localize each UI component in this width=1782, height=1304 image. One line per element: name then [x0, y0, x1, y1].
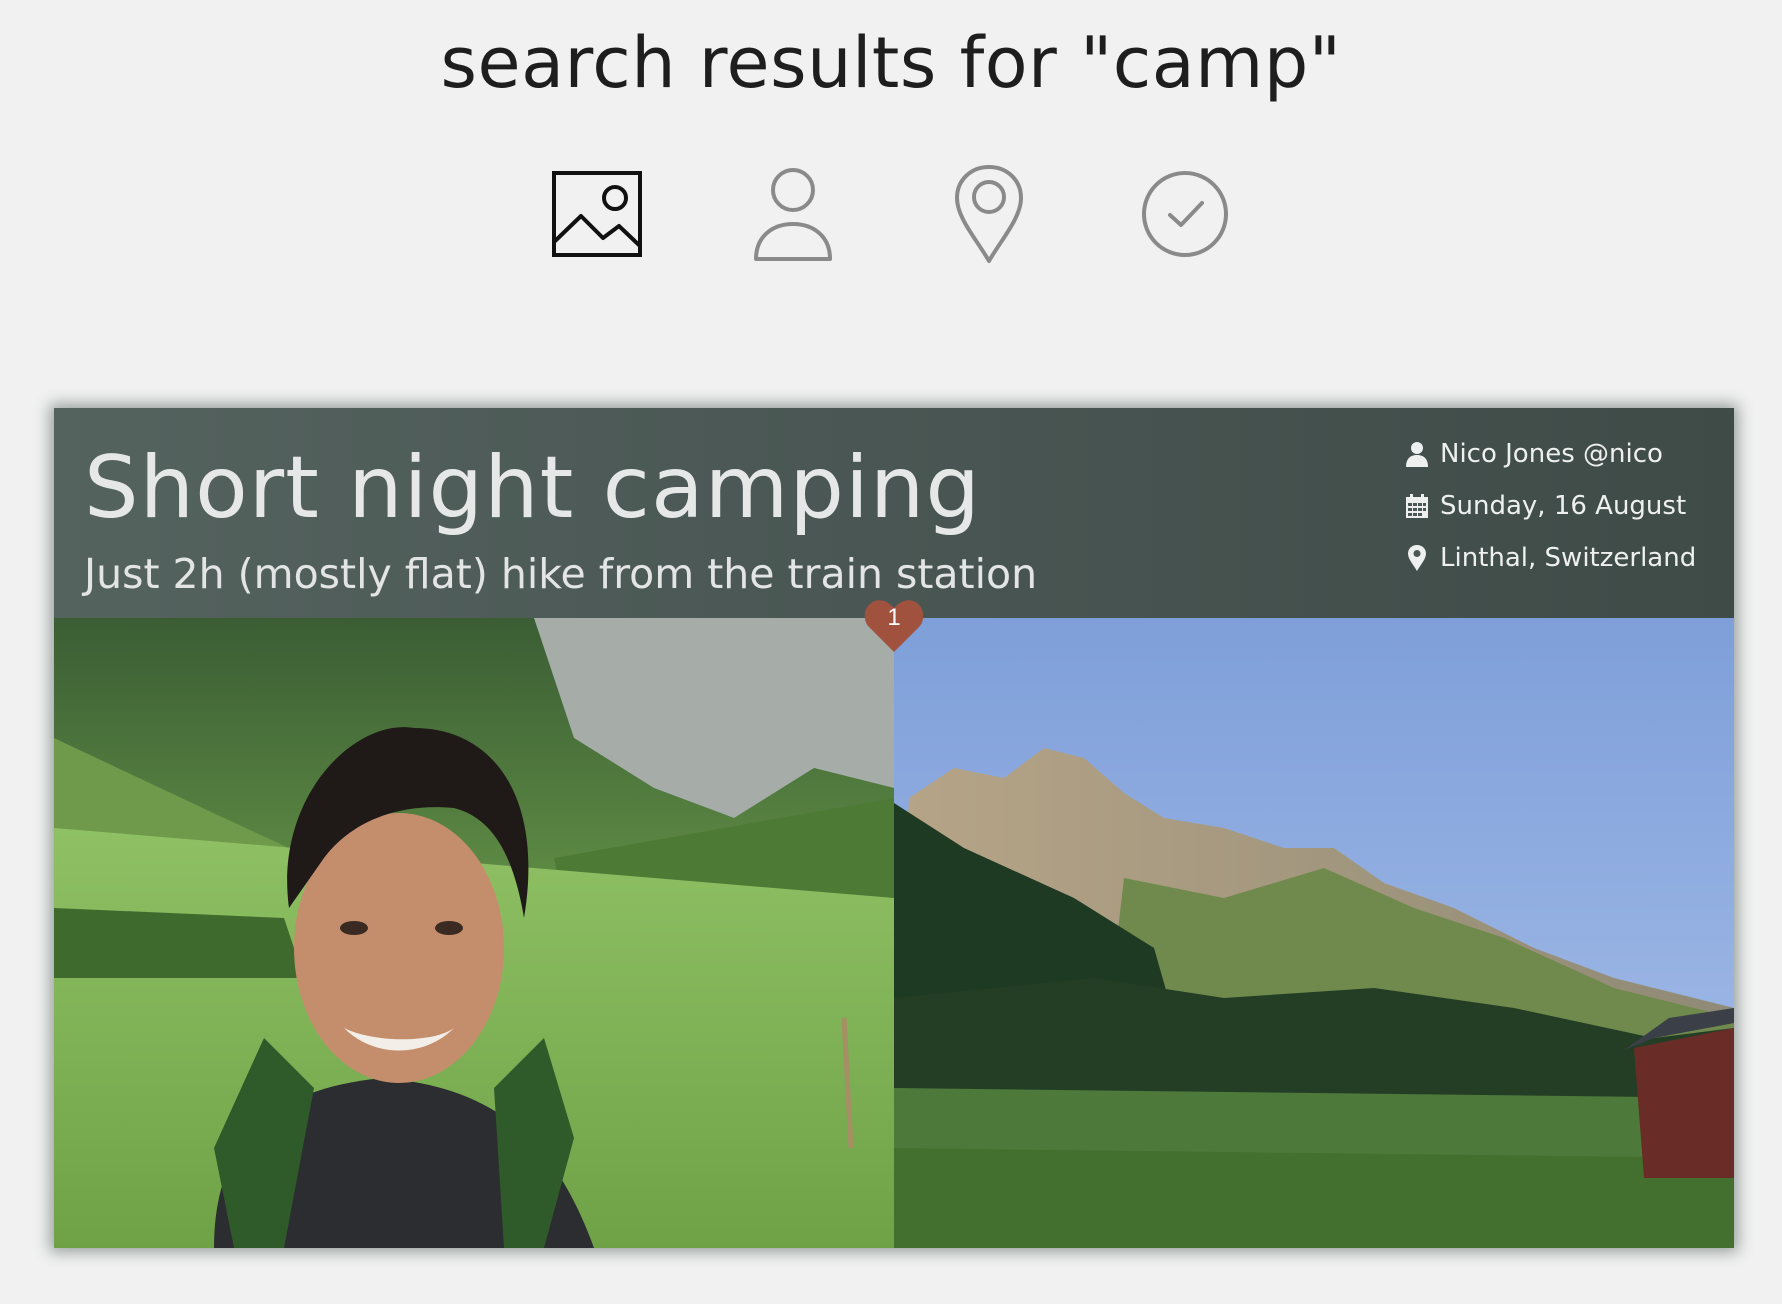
page-title: search results for "camp" [440, 22, 1342, 104]
image-icon [552, 171, 642, 257]
user-icon [754, 168, 832, 261]
meta-date: Sunday, 16 August [1404, 480, 1704, 532]
card-meta: Nico Jones @nico Sunday, 16 August Linth… [1404, 428, 1704, 584]
mountain-photo[interactable] [894, 618, 1734, 1248]
tab-images[interactable] [547, 162, 647, 266]
like-count: 1 [887, 604, 901, 631]
meta-author[interactable]: Nico Jones @nico [1404, 428, 1704, 480]
like-button[interactable]: 1 [863, 594, 925, 654]
selfie-photo[interactable] [54, 618, 894, 1248]
card-title: Short night camping [84, 438, 982, 538]
map-marker-icon [1404, 544, 1430, 572]
card-header: Short night camping Just 2h (mostly flat… [54, 408, 1734, 618]
check-circle-icon [1142, 171, 1228, 257]
location-name: Linthal, Switzerland [1440, 543, 1697, 573]
person-icon [1404, 440, 1430, 468]
calendar-icon [1404, 492, 1430, 520]
tab-tasks[interactable] [1135, 162, 1235, 266]
search-result-card[interactable]: Short night camping Just 2h (mostly flat… [54, 408, 1734, 1248]
location-pin-icon [955, 165, 1023, 263]
post-date: Sunday, 16 August [1440, 491, 1687, 521]
meta-location[interactable]: Linthal, Switzerland [1404, 532, 1704, 584]
tab-users[interactable] [743, 162, 843, 266]
tab-places[interactable] [939, 162, 1039, 266]
author-name: Nico Jones @nico [1440, 439, 1663, 469]
result-type-tabs [0, 162, 1782, 266]
card-subtitle: Just 2h (mostly flat) hike from the trai… [84, 550, 1038, 598]
